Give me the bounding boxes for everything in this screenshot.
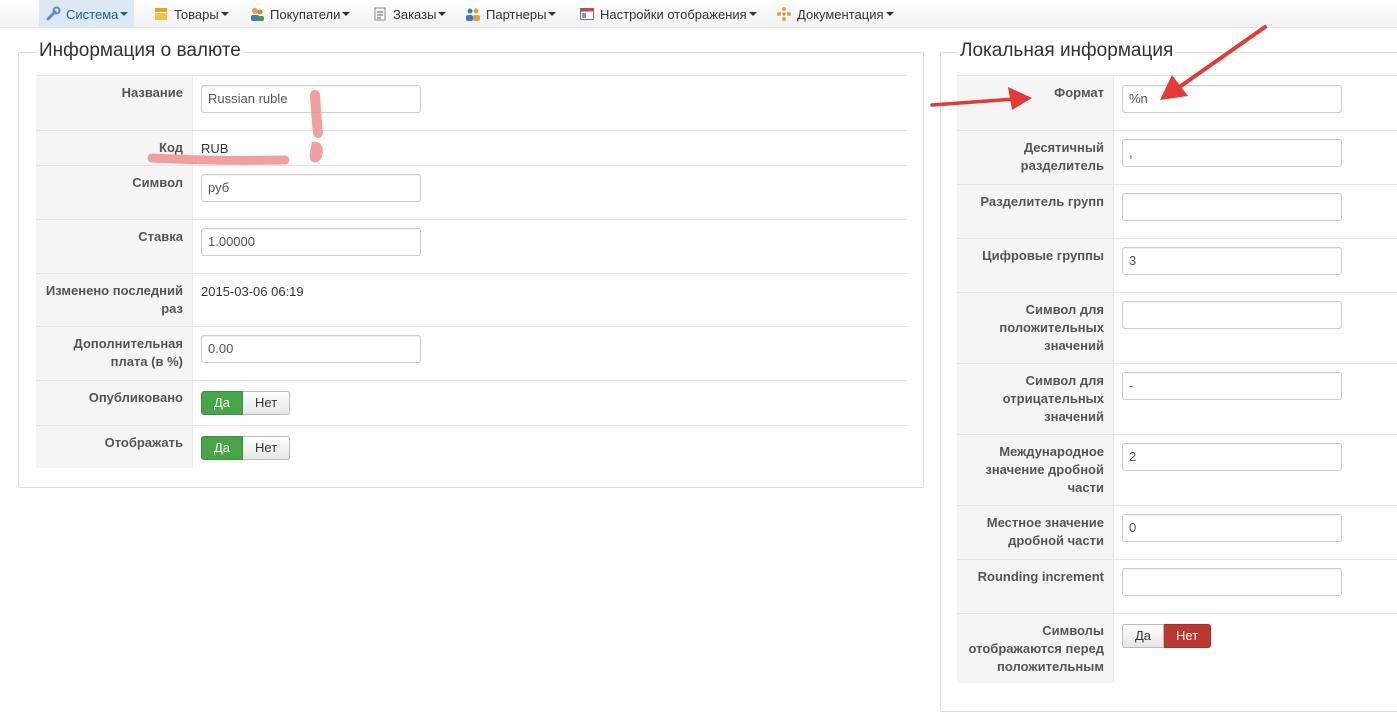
docs-icon [776, 6, 792, 22]
negative-symbol-input[interactable]: - [1122, 372, 1342, 400]
box-icon [153, 6, 169, 22]
row-symbol: Символ руб [36, 165, 907, 219]
digit-groups-input[interactable]: 3 [1122, 247, 1342, 275]
display-settings-icon [579, 6, 595, 22]
menu-dokumentaciya[interactable]: Документация [770, 0, 900, 28]
code-value: RUB [201, 141, 229, 156]
menu-tovary[interactable]: Товары [147, 0, 235, 28]
rate-input[interactable]: 1.00000 [201, 228, 421, 256]
display-yes-button[interactable]: Да [201, 436, 244, 460]
symbol-label: Символ [36, 166, 193, 219]
row-rate: Ставка 1.00000 [36, 219, 907, 273]
wrench-icon [45, 6, 61, 22]
intl-fraction-label: Международное значение дробной части [957, 435, 1114, 505]
symbols-before-label: Символы отображаются перед положительным [957, 614, 1114, 683]
symbols-before-toggle: Да Нет [1122, 624, 1212, 648]
row-code: Код RUB [36, 130, 907, 165]
local-info-legend: Локальная информация [958, 40, 1176, 62]
decimal-separator-input[interactable]: , [1122, 139, 1342, 167]
modified-label: Изменено последний раз [36, 274, 193, 326]
menu-pokupateli[interactable]: Покупатели [243, 0, 356, 28]
published-yes-button[interactable]: Да [201, 391, 244, 415]
positive-symbol-input[interactable] [1122, 301, 1342, 329]
name-input[interactable]: Russian ruble [201, 85, 421, 113]
rate-label: Ставка [36, 220, 193, 273]
row-negative-symbol: Символ для отрицательных значений - [957, 363, 1397, 434]
negative-symbol-label: Символ для отрицательных значений [957, 364, 1114, 434]
row-symbols-before: Символы отображаются перед положительным… [957, 613, 1397, 683]
row-decimal-separator: Десятичный разделитель , [957, 130, 1397, 184]
row-display: Отображать Да Нет [36, 425, 907, 468]
symbol-input[interactable]: руб [201, 174, 421, 202]
menu-zakazy[interactable]: Заказы [366, 0, 452, 28]
chevron-down-icon [220, 12, 229, 16]
display-toggle: Да Нет [201, 436, 291, 460]
name-label: Название [36, 76, 193, 130]
published-label: Опубликовано [36, 381, 193, 425]
surcharge-label: Дополнительная плата (в %) [36, 327, 193, 380]
menu-label: Товары [174, 6, 219, 22]
menu-label: Настройки отображения [600, 6, 747, 22]
display-no-button[interactable]: Нет [243, 436, 291, 460]
surcharge-input[interactable]: 0.00 [201, 335, 421, 363]
rounding-input[interactable] [1122, 568, 1342, 596]
currency-info-legend: Информация о валюте [37, 40, 243, 62]
menu-label: Партнеры [486, 6, 547, 22]
format-input[interactable]: %n [1122, 85, 1342, 113]
row-name: Название Russian ruble [36, 75, 907, 130]
chevron-down-icon [342, 12, 351, 16]
row-positive-symbol: Символ для положительных значений [957, 292, 1397, 363]
local-fraction-label: Местное значение дробной части [957, 506, 1114, 559]
menu-label: Система [66, 6, 119, 22]
symbols-before-yes-button[interactable]: Да [1122, 624, 1165, 648]
row-group-separator: Разделитель групп [957, 184, 1397, 238]
menu-label: Покупатели [270, 6, 341, 22]
digit-groups-label: Цифровые группы [957, 239, 1114, 292]
group-separator-label: Разделитель групп [957, 185, 1114, 238]
row-published: Опубликовано Да Нет [36, 380, 907, 425]
decimal-separator-label: Десятичный разделитель [957, 131, 1114, 184]
users-icon [249, 6, 265, 22]
group-separator-input[interactable] [1122, 193, 1342, 221]
orders-icon [372, 6, 388, 22]
chevron-down-icon [120, 12, 129, 16]
row-rounding: Rounding increment [957, 559, 1397, 613]
top-menu-bar: Система Товары Покупатели Заказы Партнер… [0, 0, 1397, 28]
local-fraction-input[interactable]: 0 [1122, 514, 1342, 542]
chevron-down-icon [438, 12, 447, 16]
menu-label: Заказы [393, 6, 437, 22]
partners-icon [465, 6, 481, 22]
positive-symbol-label: Символ для положительных значений [957, 293, 1114, 363]
chevron-down-icon [748, 12, 757, 16]
format-label: Формат [957, 76, 1114, 130]
display-label: Отображать [36, 426, 193, 468]
row-digit-groups: Цифровые группы 3 [957, 238, 1397, 292]
menu-sistema[interactable]: Система [39, 0, 135, 28]
menu-partnery[interactable]: Партнеры [459, 0, 562, 28]
intl-fraction-input[interactable]: 2 [1122, 443, 1342, 471]
menu-nastroyki[interactable]: Настройки отображения [573, 0, 763, 28]
row-intl-fraction: Международное значение дробной части 2 [957, 434, 1397, 505]
published-no-button[interactable]: Нет [243, 391, 291, 415]
chevron-down-icon [548, 12, 557, 16]
menu-label: Документация [797, 6, 884, 22]
modified-value: 2015-03-06 06:19 [201, 284, 304, 299]
symbols-before-no-button[interactable]: Нет [1164, 624, 1212, 648]
row-local-fraction: Местное значение дробной части 0 [957, 505, 1397, 559]
chevron-down-icon [885, 12, 894, 16]
rounding-label: Rounding increment [957, 560, 1114, 613]
row-format: Формат %n [957, 75, 1397, 130]
code-label: Код [36, 131, 193, 165]
published-toggle: Да Нет [201, 391, 291, 415]
row-modified: Изменено последний раз 2015-03-06 06:19 [36, 273, 907, 326]
row-surcharge: Дополнительная плата (в %) 0.00 [36, 326, 907, 380]
